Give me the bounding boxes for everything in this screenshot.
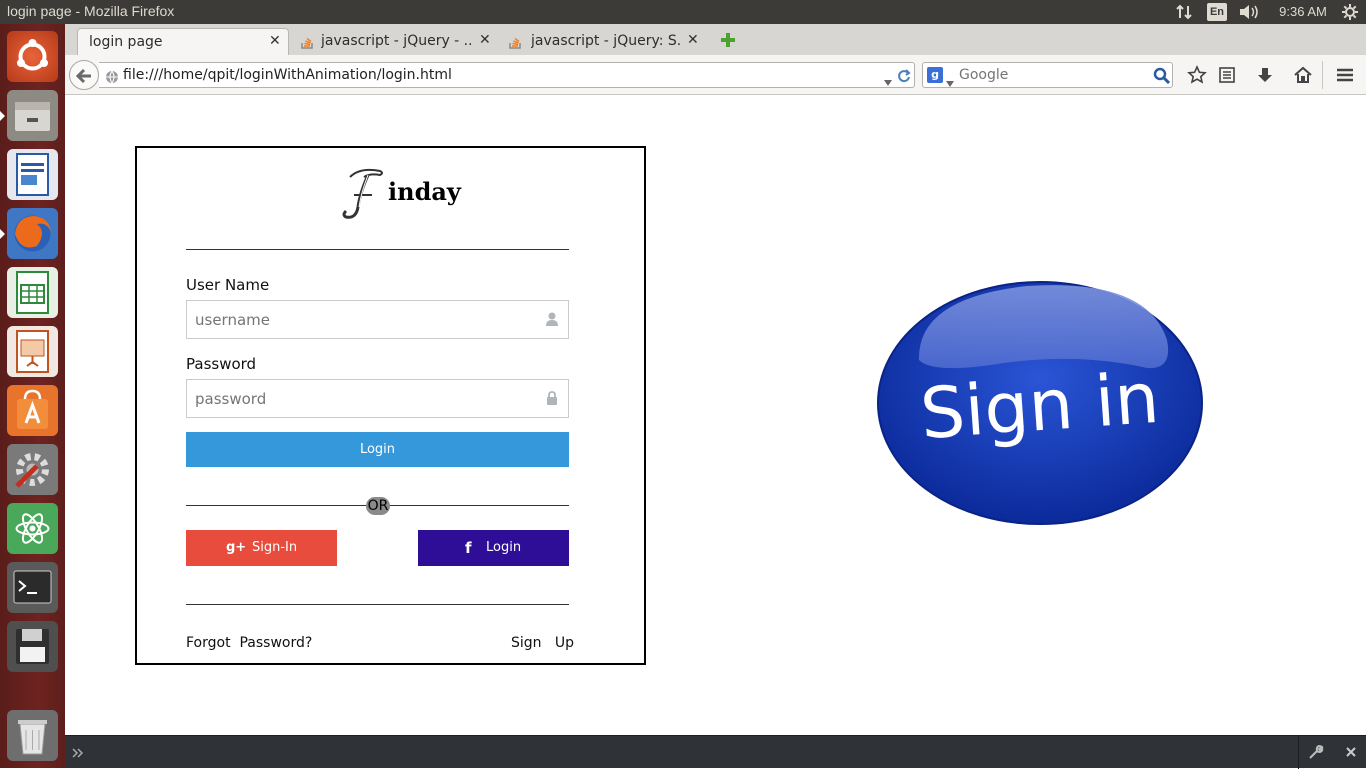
calc-icon[interactable] [7, 267, 58, 318]
brand-name: inday [388, 177, 461, 206]
forgot-password-link[interactable]: Forgot Password? [186, 635, 312, 651]
bookmarks-menu-icon[interactable] [1217, 65, 1237, 85]
bottom-toolbar [65, 735, 1366, 769]
terminal-icon[interactable] [7, 562, 58, 613]
toolbar-divider [1322, 61, 1323, 89]
save-disk-icon[interactable] [7, 621, 58, 672]
files-icon[interactable] [7, 90, 58, 141]
expand-chevron-icon[interactable] [71, 745, 85, 764]
downloads-icon[interactable] [1255, 65, 1275, 85]
login-button[interactable]: Login [186, 432, 569, 467]
tab-login-page[interactable]: login page ✕ [77, 28, 289, 55]
network-icon[interactable] [1174, 3, 1194, 21]
username-input[interactable] [195, 310, 525, 330]
divider-bottom [186, 604, 569, 605]
files-running-pip [0, 111, 5, 121]
search-icon[interactable] [1153, 67, 1171, 89]
tab-strip: login page ✕ javascript - jQuery - ... ✕… [65, 24, 1366, 55]
close-tab-icon[interactable]: ✕ [269, 33, 281, 49]
system-settings-icon[interactable] [7, 444, 58, 495]
login-card: inday User Name Password Login OR g+ Sig… [135, 146, 646, 665]
stackoverflow-icon [509, 37, 521, 49]
back-button[interactable] [69, 60, 99, 90]
stackoverflow-icon [301, 37, 313, 49]
keyboard-layout-indicator[interactable]: En [1207, 3, 1227, 21]
google-engine-icon[interactable]: g [927, 67, 943, 83]
reload-icon[interactable] [897, 68, 911, 87]
home-icon[interactable] [1293, 65, 1313, 85]
username-field[interactable] [186, 300, 569, 339]
tab-jquery-2[interactable]: javascript - jQuery: S... ✕ [501, 28, 704, 55]
ubuntu-dash-icon[interactable] [7, 31, 58, 82]
signup-link[interactable]: Sign Up [511, 635, 574, 651]
atom-editor-icon[interactable] [7, 503, 58, 554]
firefox-running-pip [0, 229, 5, 239]
signin-graphic[interactable]: Sign in [877, 280, 1203, 526]
google-signin-button[interactable]: g+ Sign-In [186, 530, 337, 566]
url-bar[interactable]: file:///home/qpit/loginWithAnimation/log… [99, 62, 915, 88]
brand-logo: inday [340, 163, 461, 223]
system-gear-icon[interactable] [1340, 3, 1360, 21]
user-icon [546, 312, 558, 326]
close-icon[interactable] [1344, 744, 1358, 763]
password-label: Password [186, 355, 257, 373]
back-arrow-icon [75, 68, 91, 84]
facebook-icon: f [465, 539, 472, 557]
lock-icon [547, 391, 557, 405]
search-bar[interactable]: g [922, 62, 1173, 88]
or-separator: OR [366, 497, 390, 515]
tab-label: login page [89, 34, 163, 50]
writer-icon[interactable] [7, 149, 58, 200]
google-signin-label: Sign-In [252, 540, 298, 555]
wrench-icon[interactable] [1308, 744, 1324, 764]
google-plus-icon: g+ [226, 540, 247, 555]
password-input[interactable] [195, 389, 525, 409]
window-title: login page - Mozilla Firefox [7, 3, 175, 19]
tab-label: javascript - jQuery: S... [531, 33, 681, 49]
divider-top [186, 249, 569, 250]
top-panel: login page - Mozilla Firefox En 9:36 AM [0, 0, 1366, 24]
brand-script-f-icon [342, 168, 383, 219]
facebook-login-label: Login [486, 540, 522, 555]
clock[interactable]: 9:36 AM [1274, 3, 1332, 21]
software-center-icon[interactable] [7, 385, 58, 436]
engine-dropdown-icon[interactable] [946, 72, 954, 91]
url-text[interactable]: file:///home/qpit/loginWithAnimation/log… [123, 67, 452, 83]
volume-icon[interactable] [1238, 3, 1260, 21]
or-divider-left [186, 505, 366, 506]
tab-label: javascript - jQuery - ... [321, 33, 471, 49]
url-dropdown-icon[interactable] [883, 72, 893, 91]
navigation-toolbar: file:///home/qpit/loginWithAnimation/log… [65, 55, 1366, 95]
password-field[interactable] [186, 379, 569, 418]
bottom-divider [1298, 736, 1299, 769]
new-tab-plus-icon[interactable] [720, 32, 736, 48]
bookmark-star-icon[interactable] [1187, 65, 1207, 85]
or-divider-right [389, 505, 569, 506]
impress-icon[interactable] [7, 326, 58, 377]
search-input[interactable] [959, 66, 1149, 84]
close-tab-icon[interactable]: ✕ [687, 32, 699, 48]
trash-icon[interactable] [7, 710, 58, 761]
signin-graphic-text: Sign in [918, 357, 1162, 455]
tab-jquery-1[interactable]: javascript - jQuery - ... ✕ [293, 28, 496, 55]
hamburger-menu-icon[interactable] [1335, 65, 1355, 85]
page-content: inday User Name Password Login OR g+ Sig… [65, 95, 1366, 735]
firefox-icon[interactable] [7, 208, 58, 259]
launcher [0, 24, 65, 768]
facebook-login-button[interactable]: f Login [418, 530, 569, 566]
globe-icon[interactable] [105, 69, 119, 84]
username-label: User Name [186, 276, 270, 294]
close-tab-icon[interactable]: ✕ [479, 32, 491, 48]
